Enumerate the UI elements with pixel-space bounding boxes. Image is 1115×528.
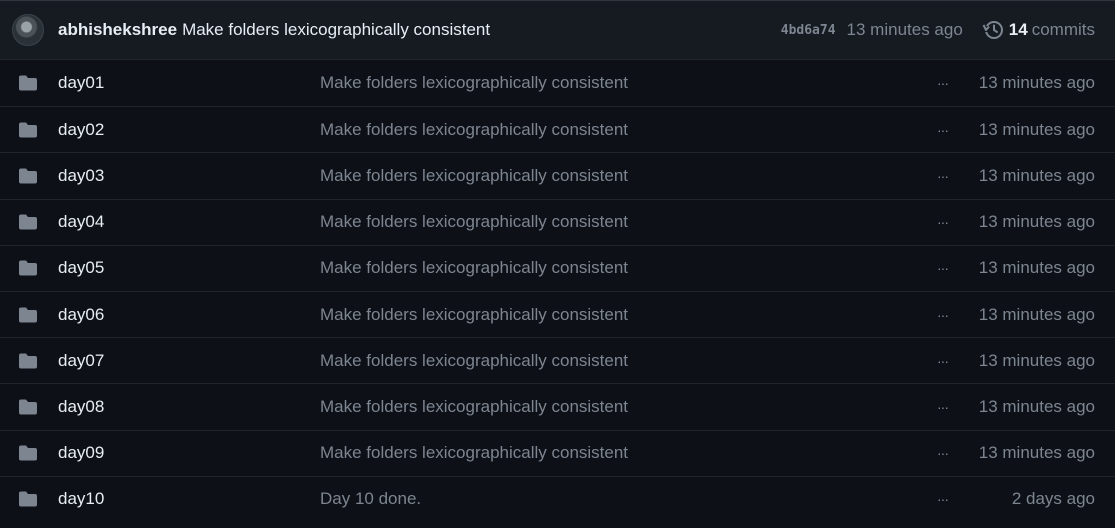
ellipsis-button[interactable]: ···	[937, 122, 949, 138]
commits-label: commits	[1031, 20, 1095, 39]
file-browser: abhishekshree Make folders lexicographic…	[0, 0, 1115, 528]
ellipsis-button[interactable]: ···	[937, 491, 949, 507]
commit-count: 14	[1008, 20, 1028, 39]
ellipsis-button[interactable]: ···	[937, 260, 949, 276]
folder-icon	[19, 445, 37, 461]
commit-time: 13 minutes ago	[978, 258, 1095, 278]
file-name-link[interactable]: day09	[58, 443, 104, 463]
file-row: day10 Day 10 done. ··· 2 days ago	[0, 475, 1115, 522]
commit-time: 13 minutes ago	[978, 443, 1095, 463]
file-row: day03 Make folders lexicographically cons…	[0, 152, 1115, 198]
commit-message-link[interactable]: Make folders lexicographically consisten…	[320, 443, 628, 463]
file-name-link[interactable]: day04	[58, 212, 104, 232]
commit-message-link[interactable]: Make folders lexicographically consisten…	[320, 212, 628, 232]
file-row: day01 Make folders lexicographically cons…	[0, 60, 1115, 106]
commit-message-link[interactable]: Make folders lexicographically consisten…	[320, 73, 628, 93]
file-name-link[interactable]: day08	[58, 397, 104, 417]
commit-message-link[interactable]: Make folders lexicographically consisten…	[320, 258, 628, 278]
file-row: day07 Make folders lexicographically cons…	[0, 337, 1115, 383]
ellipsis-button[interactable]: ···	[937, 214, 949, 230]
file-name-link[interactable]: day10	[58, 489, 104, 509]
commit-time: 2 days ago	[1011, 489, 1095, 509]
ellipsis-button[interactable]: ···	[937, 168, 949, 184]
folder-icon	[19, 214, 37, 230]
commit-time: 13 minutes ago	[978, 165, 1095, 185]
ellipsis-button[interactable]: ···	[937, 75, 949, 91]
folder-icon	[19, 353, 37, 369]
file-row: day08 Make folders lexicographically cons…	[0, 383, 1115, 429]
latest-commit-bar: abhishekshree Make folders lexicographic…	[0, 1, 1115, 60]
commit-message-link[interactable]: Make folders lexicographically consisten…	[320, 166, 628, 186]
file-row: day05 Make folders lexicographically cons…	[0, 244, 1115, 291]
folder-icon	[19, 168, 37, 184]
commit-message-link[interactable]: Make folders lexicographically consisten…	[320, 351, 628, 371]
commit-time: 13 minutes ago	[978, 212, 1095, 232]
folder-icon	[19, 260, 37, 276]
commit-message-link[interactable]: Make folders lexicographically consisten…	[320, 120, 628, 140]
latest-commit-time: 13 minutes ago	[846, 20, 963, 39]
ellipsis-button[interactable]: ···	[937, 399, 949, 415]
commit-time: 13 minutes ago	[978, 350, 1095, 370]
history-icon	[982, 21, 1003, 39]
folder-icon	[19, 75, 37, 91]
file-name-link[interactable]: day07	[58, 351, 104, 371]
commit-message-link[interactable]: Day 10 done.	[320, 489, 421, 509]
file-row: day09 Make folders lexicographically cons…	[0, 429, 1115, 476]
commit-time: 13 minutes ago	[978, 119, 1095, 139]
folder-icon	[19, 491, 37, 507]
ellipsis-button[interactable]: ···	[937, 307, 949, 323]
commit-message-link[interactable]: Make folders lexicographically consisten…	[320, 305, 628, 325]
file-row: day06 Make folders lexicographically cons…	[0, 290, 1115, 337]
commit-time: 13 minutes ago	[978, 304, 1095, 324]
file-name-link[interactable]: day01	[58, 73, 104, 93]
folder-icon	[19, 122, 37, 138]
file-name-link[interactable]: day06	[58, 305, 104, 325]
file-list: day01 Make folders lexicographically cons…	[0, 60, 1115, 522]
commit-time: 13 minutes ago	[978, 396, 1095, 416]
commit-message-link[interactable]: Make folders lexicographically consisten…	[320, 397, 628, 417]
commit-time: 13 minutes ago	[978, 73, 1095, 93]
file-row: day04 Make folders lexicographically cons…	[0, 198, 1115, 245]
folder-icon	[19, 399, 37, 415]
folder-icon	[19, 307, 37, 323]
commit-sha-link[interactable]: 4bd6a74	[781, 23, 836, 38]
file-name-link[interactable]: day02	[58, 120, 104, 140]
commit-author-link[interactable]: abhishekshree	[58, 20, 177, 40]
file-name-link[interactable]: day03	[58, 166, 104, 186]
file-row: day02 Make folders lexicographically cons…	[0, 106, 1115, 152]
commit-history-link[interactable]: 14 commits	[982, 19, 1095, 41]
file-name-link[interactable]: day05	[58, 258, 104, 278]
ellipsis-button[interactable]: ···	[937, 353, 949, 369]
latest-commit-message-link[interactable]: Make folders lexicographically consisten…	[182, 20, 490, 40]
ellipsis-button[interactable]: ···	[937, 445, 949, 461]
avatar[interactable]	[12, 14, 44, 46]
